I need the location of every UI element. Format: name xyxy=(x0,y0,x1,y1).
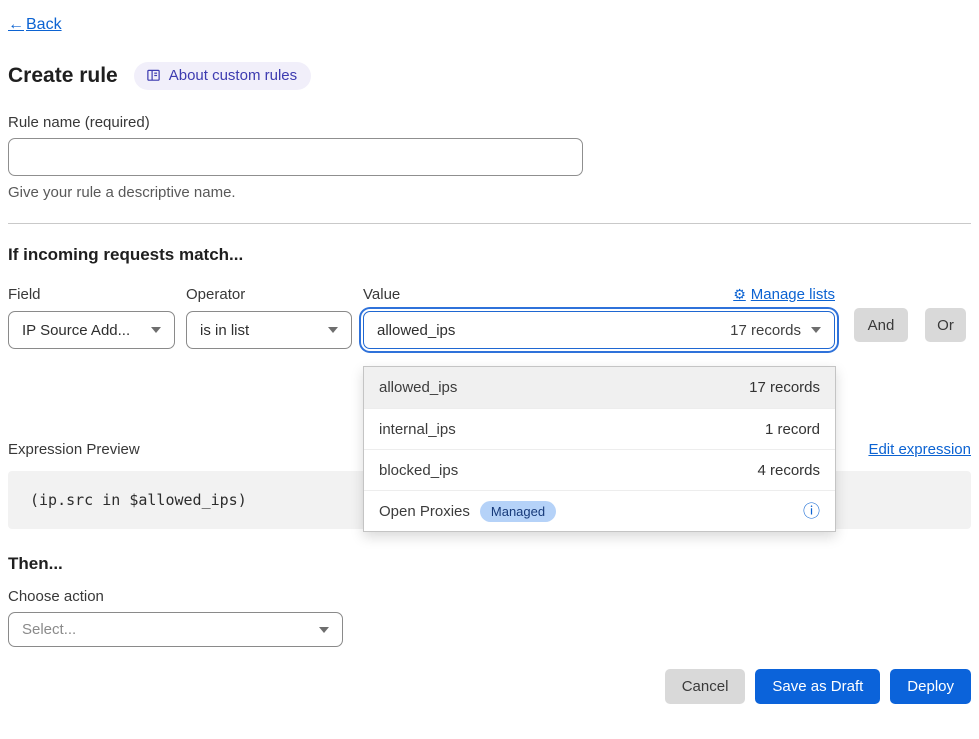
operator-select-value: is in list xyxy=(200,322,249,339)
list-item-blocked-ips[interactable]: blocked_ips 4 records xyxy=(364,449,835,490)
field-select-value: IP Source Add... xyxy=(22,322,130,339)
value-select-name: allowed_ips xyxy=(377,322,455,339)
rule-name-helper: Give your rule a descriptive name. xyxy=(8,184,971,201)
action-select[interactable]: Select... xyxy=(8,612,343,647)
list-item-name: blocked_ips xyxy=(379,462,458,479)
info-icon[interactable]: ⓘ xyxy=(803,503,820,520)
list-item-internal-ips[interactable]: internal_ips 1 record xyxy=(364,408,835,449)
rule-name-input[interactable] xyxy=(8,138,583,176)
operator-select[interactable]: is in list xyxy=(186,311,352,349)
then-heading: Then... xyxy=(8,554,971,574)
list-item-open-proxies[interactable]: Open Proxies Managed ⓘ xyxy=(364,490,835,531)
list-item-name: Open Proxies xyxy=(379,503,470,520)
about-badge-label: About custom rules xyxy=(169,67,297,84)
back-row: ←Back xyxy=(8,0,971,34)
back-arrow-icon: ← xyxy=(8,16,24,33)
action-select-placeholder: Select... xyxy=(22,621,76,638)
chevron-down-icon xyxy=(319,627,329,633)
field-label: Field xyxy=(8,286,41,303)
value-select-meta: 17 records xyxy=(730,322,801,339)
list-item-records: 1 record xyxy=(765,421,820,438)
operator-column: Operator is in list xyxy=(186,284,352,349)
match-section-heading: If incoming requests match... xyxy=(8,245,971,265)
gear-icon: ⚙ xyxy=(733,286,746,303)
title-row: Create rule About custom rules xyxy=(8,62,971,90)
list-item-name: internal_ips xyxy=(379,421,456,438)
create-rule-page: ←Back Create rule About custom rules Rul… xyxy=(0,0,979,739)
choose-action-label: Choose action xyxy=(8,588,971,605)
rule-name-label: Rule name (required) xyxy=(8,114,971,131)
field-column: Field IP Source Add... xyxy=(8,284,175,349)
list-item-allowed-ips[interactable]: allowed_ips 17 records xyxy=(364,367,835,408)
and-button[interactable]: And xyxy=(854,308,908,342)
list-item-records: 17 records xyxy=(749,379,820,396)
back-link[interactable]: ←Back xyxy=(8,16,62,33)
edit-expression-link[interactable]: Edit expression xyxy=(868,441,971,458)
section-divider xyxy=(8,223,971,224)
value-column: Value ⚙ Manage lists allowed_ips 17 reco… xyxy=(363,284,835,349)
value-label: Value xyxy=(363,286,400,303)
expression-code: (ip.src in $allowed_ips) xyxy=(30,491,247,509)
condition-row: Field IP Source Add... Operator is in li… xyxy=(8,284,971,349)
back-label: Back xyxy=(26,16,62,33)
chevron-down-icon xyxy=(811,327,821,333)
footer-actions: Cancel Save as Draft Deploy xyxy=(8,669,971,704)
book-icon xyxy=(146,68,161,83)
manage-lists-link[interactable]: ⚙ Manage lists xyxy=(733,286,835,303)
field-select[interactable]: IP Source Add... xyxy=(8,311,175,349)
chevron-down-icon xyxy=(151,327,161,333)
expression-preview-label: Expression Preview xyxy=(8,441,140,458)
list-item-name: allowed_ips xyxy=(379,379,457,396)
or-button[interactable]: Or xyxy=(925,308,966,342)
save-as-draft-button[interactable]: Save as Draft xyxy=(755,669,880,704)
cancel-button[interactable]: Cancel xyxy=(665,669,746,704)
manage-lists-label: Manage lists xyxy=(751,286,835,303)
deploy-button[interactable]: Deploy xyxy=(890,669,971,704)
list-dropdown-panel: allowed_ips 17 records internal_ips 1 re… xyxy=(363,366,836,532)
value-select[interactable]: allowed_ips 17 records xyxy=(363,311,835,349)
operator-label: Operator xyxy=(186,286,245,303)
and-or-group: And Or xyxy=(854,308,966,342)
list-item-records: 4 records xyxy=(757,462,820,479)
managed-badge: Managed xyxy=(480,501,556,522)
page-title: Create rule xyxy=(8,64,118,88)
about-custom-rules-badge[interactable]: About custom rules xyxy=(134,62,311,90)
chevron-down-icon xyxy=(328,327,338,333)
